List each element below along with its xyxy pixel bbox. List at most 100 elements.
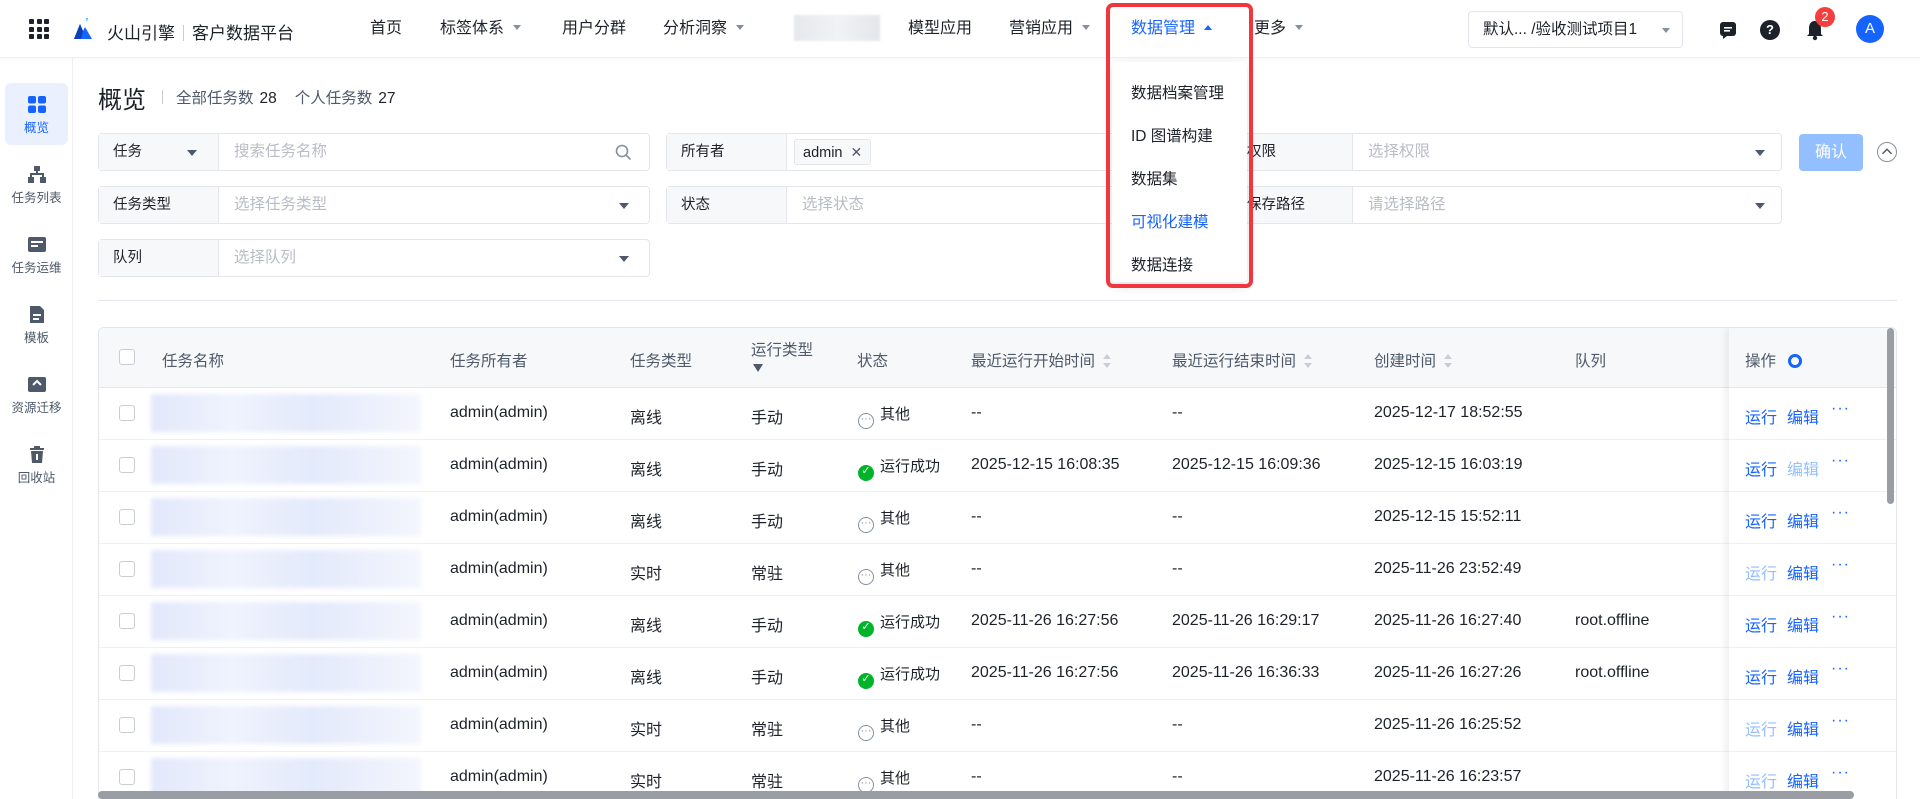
- header-created[interactable]: 创建时间: [1374, 349, 1453, 371]
- message-icon[interactable]: [1718, 20, 1738, 40]
- table-row[interactable]: admin(admin) 离线 手动 ✓ 运行成功 2025-11-26 16:27:56…: [99, 648, 1896, 700]
- task-type-filter[interactable]: 任务类型 选择任务类型: [98, 186, 650, 224]
- nav-more[interactable]: 更多: [1254, 0, 1304, 58]
- chevron-down-icon: [619, 203, 629, 209]
- sidebar-item-task-ops[interactable]: 任务运维: [5, 223, 68, 285]
- header-last-end[interactable]: 最近运行结束时间: [1172, 349, 1313, 371]
- sort-icon[interactable]: [1103, 354, 1112, 368]
- menu-item-data-archive[interactable]: 数据档案管理: [1131, 81, 1224, 103]
- sidebar-item-template[interactable]: 模板: [5, 293, 68, 355]
- row-checkbox[interactable]: [119, 717, 135, 733]
- task-name-search-input[interactable]: 搜索任务名称: [234, 134, 624, 170]
- table-row[interactable]: admin(admin) 离线 手动 ✓ 运行成功 2025-12-15 16:08:35…: [99, 440, 1896, 492]
- queue-filter[interactable]: 队列 选择队列: [98, 239, 650, 277]
- redacted-task-name[interactable]: [151, 394, 421, 432]
- task-search-filter: 任务 搜索任务名称: [98, 133, 650, 171]
- save-path-filter[interactable]: 保存路径 请选择路径: [1232, 186, 1782, 224]
- nav-data-management[interactable]: 数据管理: [1131, 0, 1213, 58]
- table-row[interactable]: admin(admin) 离线 手动 ··· 其他 -- -- 2025-12-17 18:5…: [99, 388, 1896, 440]
- owner-tag[interactable]: admin ✕: [794, 139, 872, 165]
- row-checkbox[interactable]: [119, 665, 135, 681]
- sidebar-item-resource-migration[interactable]: 资源迁移: [5, 363, 68, 425]
- menu-item-visual-modeling[interactable]: 可视化建模: [1131, 210, 1209, 232]
- queue-select[interactable]: 选择队列: [234, 240, 296, 276]
- task-counts: 全部任务数 28 个人任务数 27: [162, 86, 414, 108]
- filter-icon[interactable]: [753, 364, 763, 372]
- product-name: 客户数据平台: [192, 24, 294, 43]
- nav-analysis-insight[interactable]: 分析洞察: [663, 0, 745, 58]
- last-end-time: --: [1172, 404, 1183, 421]
- row-checkbox[interactable]: [119, 769, 135, 785]
- table-row[interactable]: admin(admin) 实时 常驻 ··· 其他 -- -- 2025-11-26 16:2…: [99, 700, 1896, 752]
- help-icon[interactable]: ?: [1760, 20, 1780, 40]
- permission-select[interactable]: 选择权限: [1368, 134, 1430, 170]
- created-time: 2025-11-26 16:27:40: [1374, 612, 1522, 629]
- menu-item-id-graph[interactable]: ID 图谱构建: [1131, 124, 1213, 146]
- project-selector[interactable]: 默认... /验收测试项目1: [1468, 11, 1683, 48]
- sidebar-item-task-list[interactable]: 任务列表: [5, 153, 68, 215]
- redacted-task-name[interactable]: [151, 602, 421, 640]
- task-type: 离线: [630, 670, 663, 687]
- row-checkbox[interactable]: [119, 561, 135, 577]
- app-launcher-icon[interactable]: [29, 19, 49, 39]
- redacted-task-name[interactable]: [151, 498, 421, 536]
- last-start-time: --: [971, 560, 982, 577]
- nav-marketing-application[interactable]: 营销应用: [1009, 0, 1091, 58]
- more-circle-icon: ···: [858, 517, 874, 533]
- template-icon: [29, 306, 44, 323]
- save-path-filter-label: 保存路径: [1233, 187, 1353, 223]
- user-avatar[interactable]: A: [1856, 15, 1884, 43]
- permission-filter[interactable]: 权限 选择权限: [1232, 133, 1782, 171]
- check-circle-icon: ✓: [858, 465, 874, 481]
- nav-tag-system[interactable]: 标签体系: [440, 0, 522, 58]
- confirm-button[interactable]: 确认: [1799, 134, 1863, 171]
- run-type: 手动: [751, 618, 784, 635]
- redacted-task-name[interactable]: [151, 446, 421, 484]
- table-row[interactable]: admin(admin) 实时 常驻 ··· 其他 -- -- 2025-11-26 23:5…: [99, 544, 1896, 596]
- redacted-task-name[interactable]: [151, 654, 421, 692]
- top-navigation-bar: 火山引擎 客户数据平台 首页 标签体系 用户分群 分析洞察 模型应用 营销应用 数…: [0, 0, 1920, 58]
- nav-user-segmentation[interactable]: 用户分群: [562, 0, 626, 58]
- last-end-time: 2025-12-15 16:09:36: [1172, 456, 1321, 473]
- vertical-scrollbar[interactable]: [1887, 328, 1894, 504]
- row-checkbox[interactable]: [119, 613, 135, 629]
- table-row[interactable]: admin(admin) 离线 手动 ✓ 运行成功 2025-11-26 16:27:56…: [99, 596, 1896, 648]
- horizontal-scrollbar[interactable]: [98, 791, 1854, 799]
- task-type-select[interactable]: 选择任务类型: [234, 187, 327, 223]
- status-select[interactable]: 选择状态: [802, 187, 864, 223]
- nav-home[interactable]: 首页: [370, 0, 402, 58]
- sidebar-item-overview[interactable]: 概览: [5, 83, 68, 145]
- save-path-select[interactable]: 请选择路径: [1368, 187, 1446, 223]
- queue-name: root.offline: [1575, 612, 1650, 629]
- row-checkbox[interactable]: [119, 405, 135, 421]
- redacted-task-name[interactable]: [151, 550, 421, 588]
- header-last-start[interactable]: 最近运行开始时间: [971, 349, 1112, 371]
- row-checkbox[interactable]: [119, 457, 135, 473]
- table-header: 任务名称 任务所有者 任务类型 运行类型 状态 最近运行开始时间 最近运行结束时…: [99, 328, 1896, 388]
- table-row[interactable]: admin(admin) 离线 手动 ··· 其他 -- -- 2025-12-15 15:5…: [99, 492, 1896, 544]
- sort-icon[interactable]: [1444, 354, 1453, 368]
- redacted-task-name[interactable]: [151, 706, 421, 744]
- search-icon[interactable]: [615, 144, 632, 161]
- status-filter-label: 状态: [667, 187, 787, 223]
- menu-item-data-connection[interactable]: 数据连接: [1131, 253, 1193, 275]
- task-search-type-select[interactable]: 任务: [99, 134, 219, 170]
- run-type: 手动: [751, 670, 784, 687]
- sidebar-item-recycle-bin[interactable]: 回收站: [5, 433, 68, 495]
- created-time: 2025-11-26 16:27:26: [1374, 664, 1522, 681]
- nav-model-application[interactable]: 模型应用: [908, 0, 972, 58]
- last-start-time: --: [971, 508, 982, 525]
- created-time: 2025-11-26 16:25:52: [1374, 716, 1522, 733]
- close-icon[interactable]: ✕: [851, 144, 863, 160]
- chevron-down-icon: [736, 25, 745, 30]
- row-checkbox[interactable]: [119, 509, 135, 525]
- chevron-down-icon: [513, 25, 522, 30]
- brand-title[interactable]: 火山引擎 客户数据平台: [107, 19, 294, 44]
- chevron-down-icon: [187, 150, 197, 156]
- last-end-time: 2025-11-26 16:36:33: [1172, 664, 1320, 681]
- sort-icon[interactable]: [1304, 354, 1313, 368]
- collapse-icon[interactable]: [1877, 142, 1897, 162]
- select-all-checkbox[interactable]: [119, 349, 135, 365]
- menu-item-dataset[interactable]: 数据集: [1131, 167, 1178, 189]
- queue-name: root.offline: [1575, 664, 1650, 681]
